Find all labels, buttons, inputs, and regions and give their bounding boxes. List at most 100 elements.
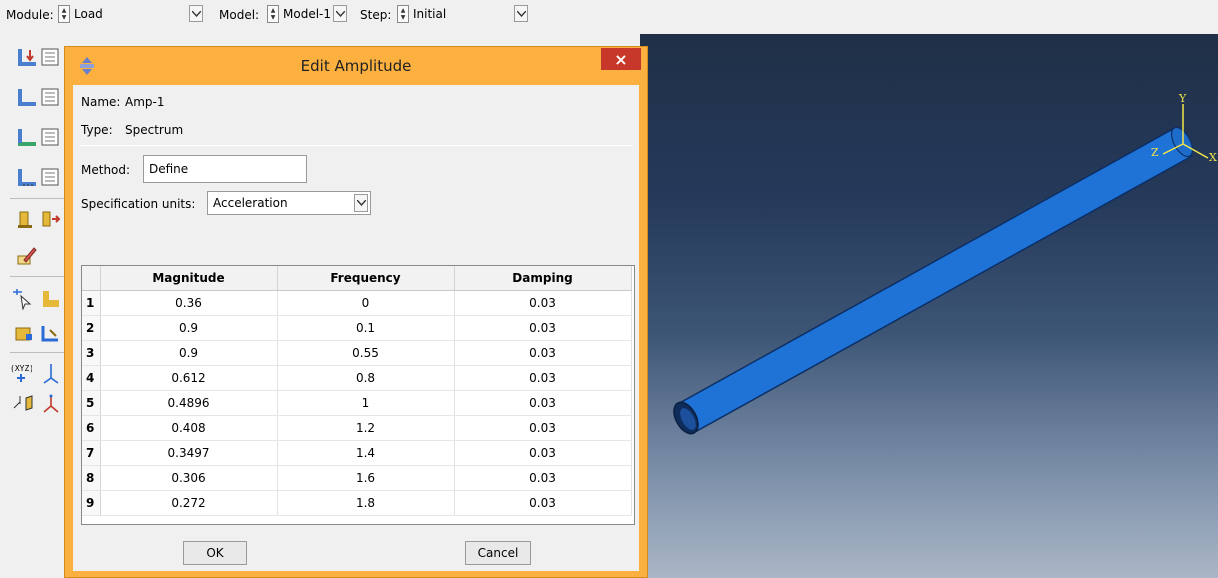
units-dropdown-button[interactable] (354, 194, 368, 212)
module-dropdown-button[interactable] (189, 5, 203, 22)
bc-manager-tool[interactable] (40, 86, 62, 108)
frequency-cell[interactable]: 0.55 (277, 340, 455, 366)
frequency-cell[interactable]: 1.2 (277, 415, 455, 441)
damping-cell[interactable]: 0.03 (454, 440, 632, 466)
amplitude-table[interactable]: Magnitude Frequency Damping 1 0.36 0 0.03 2 0… (81, 265, 635, 525)
module-label: Module: (6, 8, 54, 22)
table-row[interactable]: 7 0.3497 1.4 0.03 (82, 440, 632, 466)
table-row[interactable]: 6 0.408 1.2 0.03 (82, 415, 632, 441)
table-corner (82, 266, 101, 291)
magnitude-cell[interactable]: 0.4896 (100, 390, 278, 416)
damping-cell[interactable]: 0.03 (454, 390, 632, 416)
damping-cell[interactable]: 0.03 (454, 365, 632, 391)
create-datum-plane-tool[interactable] (12, 392, 34, 414)
display-group-tool[interactable] (40, 288, 62, 310)
model-value: Model-1 (283, 7, 331, 21)
field-manager-tool[interactable] (40, 126, 62, 148)
frequency-cell[interactable]: 0.1 (277, 315, 455, 341)
magnitude-cell[interactable]: 0.36 (100, 290, 278, 316)
create-coupling-tool[interactable] (40, 322, 62, 344)
edit-tool[interactable] (16, 244, 38, 266)
cancel-button[interactable]: Cancel (465, 541, 531, 565)
model-combo[interactable]: ▲ ▼ Model-1 (267, 4, 331, 24)
datum-point-icon: (XYZ) (10, 364, 34, 382)
magnitude-cell[interactable]: 0.408 (100, 415, 278, 441)
frequency-cell[interactable]: 1.4 (277, 440, 455, 466)
model-viewport[interactable]: Y Z X (640, 34, 1218, 578)
spin-icon[interactable]: ▲ ▼ (267, 5, 279, 23)
magnitude-cell[interactable]: 0.9 (100, 315, 278, 341)
frequency-cell[interactable]: 1.6 (277, 465, 455, 491)
table-row[interactable]: 9 0.272 1.8 0.03 (82, 490, 632, 516)
method-field[interactable]: Define (143, 155, 307, 183)
coupling-icon (41, 326, 58, 342)
constraint-icon (18, 211, 32, 228)
row-number: 5 (82, 390, 101, 416)
query-tool[interactable] (12, 288, 34, 311)
damping-cell[interactable]: 0.03 (454, 290, 632, 316)
step-label: Step: (360, 8, 392, 22)
magnitude-cell[interactable]: 0.3497 (100, 440, 278, 466)
damping-cell[interactable]: 0.03 (454, 490, 632, 516)
create-datum-axis-tool[interactable] (40, 362, 62, 384)
table-row[interactable]: 3 0.9 0.55 0.03 (82, 340, 632, 366)
toolbox-separator (10, 352, 66, 353)
row-number: 2 (82, 315, 101, 341)
column-header[interactable]: Damping (454, 266, 632, 291)
units-value: Acceleration (213, 196, 288, 210)
create-datum-point-tool[interactable]: (XYZ) (10, 362, 34, 384)
constraint-variant-tool[interactable] (40, 208, 62, 230)
spin-icon[interactable]: ▲ ▼ (397, 5, 409, 23)
column-header[interactable]: Magnitude (100, 266, 278, 291)
boundary-condition-icon (18, 89, 36, 106)
method-label: Method: (81, 163, 131, 177)
type-label: Type: (81, 123, 113, 137)
create-load-case-tool[interactable] (16, 166, 38, 188)
pipe-body (674, 128, 1194, 433)
column-header[interactable]: Frequency (277, 266, 455, 291)
create-load-tool[interactable] (16, 46, 38, 68)
table-row[interactable]: 8 0.306 1.6 0.03 (82, 465, 632, 491)
frequency-cell[interactable]: 1.8 (277, 490, 455, 516)
frequency-cell[interactable]: 0.8 (277, 365, 455, 391)
load-case-manager-tool[interactable] (40, 166, 62, 188)
create-predefined-field-tool[interactable] (16, 126, 38, 148)
dialog-body: Name: Amp-1 Type: Spectrum Method: Defin… (73, 85, 639, 571)
table-row[interactable]: 1 0.36 0 0.03 (82, 290, 632, 316)
magnitude-cell[interactable]: 0.272 (100, 490, 278, 516)
create-datum-csys-tool[interactable] (40, 392, 62, 414)
manager-icon (41, 88, 59, 106)
table-row[interactable]: 5 0.4896 1 0.03 (82, 390, 632, 416)
create-bc-tool[interactable] (16, 86, 38, 108)
table-row[interactable]: 4 0.612 0.8 0.03 (82, 365, 632, 391)
damping-cell[interactable]: 0.03 (454, 415, 632, 441)
close-button[interactable]: × (601, 48, 641, 70)
constraint-arrow-icon (42, 211, 61, 227)
predefined-field-icon (18, 129, 36, 146)
ok-button[interactable]: OK (183, 541, 247, 565)
triad-z-label: Z (1151, 146, 1159, 159)
step-dropdown-button[interactable] (514, 5, 528, 22)
damping-cell[interactable]: 0.03 (454, 315, 632, 341)
datum-axis-icon (43, 364, 59, 384)
create-rigid-tool[interactable] (14, 322, 36, 344)
chevron-down-icon (335, 10, 345, 17)
damping-cell[interactable]: 0.03 (454, 340, 632, 366)
units-select[interactable]: Acceleration (207, 191, 371, 215)
magnitude-cell[interactable]: 0.612 (100, 365, 278, 391)
magnitude-cell[interactable]: 0.9 (100, 340, 278, 366)
frequency-cell[interactable]: 1 (277, 390, 455, 416)
table-row[interactable]: 2 0.9 0.1 0.03 (82, 315, 632, 341)
dialog-titlebar[interactable]: Edit Amplitude × (65, 47, 647, 85)
step-combo[interactable]: ▲ ▼ Initial (397, 4, 446, 24)
create-constraint-tool[interactable] (16, 208, 38, 230)
model-dropdown-button[interactable] (333, 5, 347, 22)
damping-cell[interactable]: 0.03 (454, 465, 632, 491)
load-manager-tool[interactable] (40, 46, 62, 68)
frequency-cell[interactable]: 0 (277, 290, 455, 316)
magnitude-cell[interactable]: 0.306 (100, 465, 278, 491)
module-combo[interactable]: ▲ ▼ Load (58, 4, 103, 24)
load-icon (18, 49, 36, 66)
spin-icon[interactable]: ▲ ▼ (58, 5, 70, 23)
row-number: 9 (82, 490, 101, 516)
